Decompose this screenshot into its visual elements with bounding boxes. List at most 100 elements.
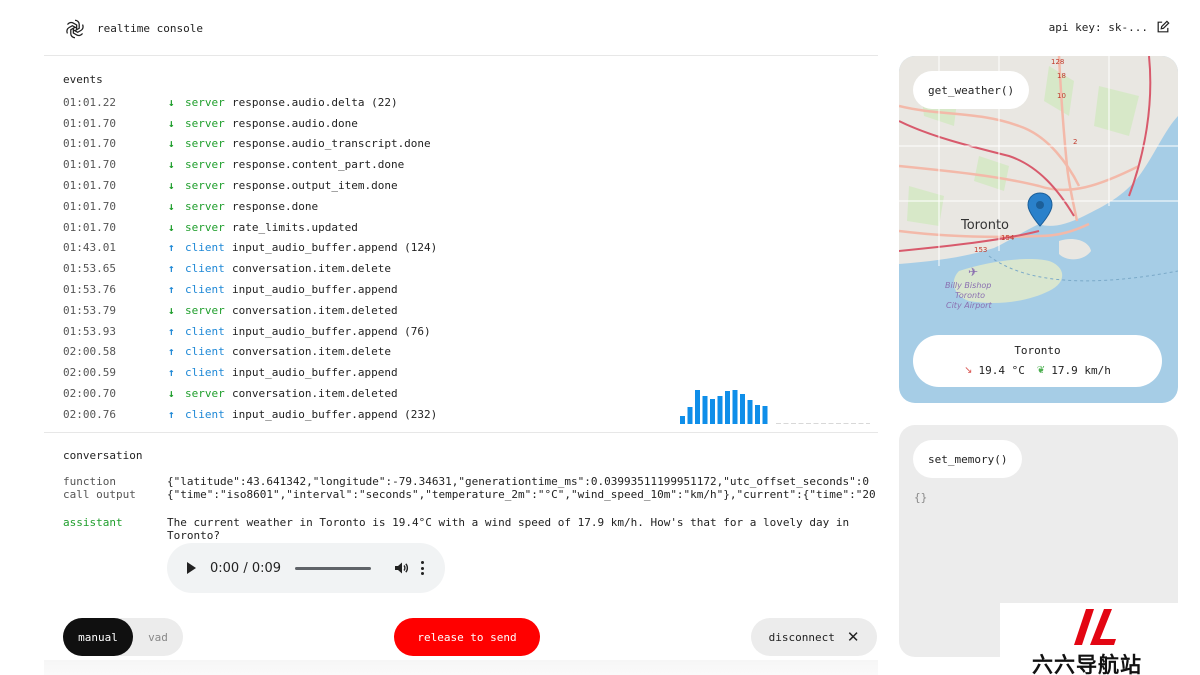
- visualizer-bar-idle: [806, 423, 811, 424]
- mode-vad-option[interactable]: vad: [133, 618, 183, 656]
- disconnect-button[interactable]: disconnect ✕: [751, 618, 877, 656]
- map-poi-label: City Airport: [946, 301, 992, 310]
- event-row[interactable]: 01:53.93 ↑ client input_audio_buffer.append…: [63, 321, 863, 342]
- event-row[interactable]: 01:53.76 ↑ client input_audio_buffer.append: [63, 279, 863, 300]
- event-row[interactable]: 01:01.70 ↓ server response.output_item.done: [63, 175, 863, 196]
- event-row[interactable]: 01:43.01 ↑ client input_audio_buffer.append…: [63, 238, 863, 259]
- visualizer-bar: [695, 390, 700, 424]
- event-row[interactable]: 01:01.70 ↓ server response.audio.done: [63, 113, 863, 134]
- bottom-strip: [44, 660, 878, 675]
- event-time: 01:01.70: [63, 199, 116, 213]
- road-label: 18: [1057, 72, 1066, 80]
- event-row[interactable]: 01:01.70 ↓ server response.audio_transcript…: [63, 134, 863, 155]
- event-source: client: [185, 345, 225, 359]
- conversation-item-function-output: function call output {"latitude":43.6413…: [63, 475, 877, 501]
- visualizer-bar: [702, 396, 708, 424]
- event-source: client: [185, 324, 225, 338]
- arrow-up-icon: ↑: [168, 262, 175, 276]
- road-label: 154: [1001, 234, 1015, 242]
- arrow-down-icon: ↓: [168, 387, 175, 401]
- api-key-control[interactable]: api key: sk-...: [1000, 20, 1170, 34]
- event-source: server: [185, 158, 225, 172]
- weather-map-panel: Toronto Billy Bishop Toronto City Airpor…: [899, 56, 1178, 403]
- event-row[interactable]: 01:01.70 ↓ server rate_limits.updated: [63, 217, 863, 238]
- event-time: 02:00.76: [63, 407, 116, 421]
- api-key-label: api key: sk-...: [1048, 20, 1148, 34]
- edit-icon[interactable]: [1156, 20, 1170, 34]
- visualizer-bar-idle: [791, 423, 796, 424]
- arrow-up-icon: ↑: [168, 345, 175, 359]
- more-options-icon[interactable]: [421, 561, 425, 575]
- play-icon[interactable]: [187, 562, 196, 574]
- event-row[interactable]: 01:01.70 ↓ server response.content_part.don…: [63, 154, 863, 175]
- arrow-up-icon: ↑: [168, 324, 175, 338]
- event-source: client: [185, 283, 225, 297]
- event-time: 01:53.79: [63, 303, 116, 317]
- event-type: input_audio_buffer.append: [232, 283, 398, 297]
- wind-icon: ❦: [1036, 365, 1046, 376]
- arrow-down-icon: ↓: [168, 303, 175, 317]
- road-label: 153: [974, 246, 987, 254]
- event-time: 01:01.70: [63, 220, 116, 234]
- visualizer-bar: [687, 407, 693, 424]
- mode-manual-option[interactable]: manual: [63, 618, 133, 656]
- event-row[interactable]: 02:00.58 ↑ client conversation.item.delete: [63, 342, 863, 363]
- event-time: 01:53.76: [63, 283, 116, 297]
- visualizer-bar-idle: [776, 423, 781, 424]
- event-type: response.audio.done: [232, 116, 358, 130]
- visualizer-bar-idle: [821, 423, 826, 424]
- event-source: client: [185, 262, 225, 276]
- event-row[interactable]: 01:53.79 ↓ server conversation.item.deleted: [63, 300, 863, 321]
- turn-detection-toggle[interactable]: manual vad: [63, 618, 183, 656]
- arrow-down-icon: ↓: [168, 199, 175, 213]
- watermark: 六六导航站: [1000, 603, 1178, 675]
- assistant-message-text: The current weather in Toronto is 19.4°C…: [167, 516, 850, 542]
- event-row[interactable]: 01:01.70 ↓ server response.done: [63, 196, 863, 217]
- visualizer-bar: [762, 406, 768, 424]
- set-memory-text: set_memory(): [928, 452, 1008, 466]
- arrow-down-icon: ↓: [168, 220, 175, 234]
- watermark-logo: [1074, 609, 1116, 645]
- event-row[interactable]: 01:53.65 ↑ client conversation.item.delete: [63, 258, 863, 279]
- visualizer-bar-idle: [783, 423, 789, 424]
- arrow-down-icon: ↓: [168, 137, 175, 151]
- event-source: server: [185, 387, 225, 401]
- event-source: server: [185, 303, 225, 317]
- road-label: 10: [1057, 92, 1066, 100]
- visualizer-bar: [732, 390, 738, 424]
- visualizer-bar: [740, 394, 745, 424]
- event-source: server: [185, 199, 225, 213]
- release-to-send-button[interactable]: release to send: [394, 618, 540, 656]
- audio-player[interactable]: 0:00 / 0:09: [167, 543, 445, 593]
- event-source: server: [185, 179, 225, 193]
- event-type: response.content_part.done: [232, 158, 405, 172]
- weather-city: Toronto: [1014, 344, 1061, 357]
- visualizer-bar-idle: [858, 423, 864, 424]
- conversation-role: assistant: [63, 516, 123, 529]
- arrow-up-icon: ↑: [168, 283, 175, 297]
- arrow-down-icon: ↓: [168, 116, 175, 130]
- volume-icon[interactable]: [393, 560, 409, 576]
- weather-card: Toronto ↘ 19.4 °C ❦ 17.9 km/h: [913, 335, 1162, 387]
- event-time: 01:01.70: [63, 137, 116, 151]
- events-divider: [44, 432, 878, 433]
- event-source: server: [185, 220, 225, 234]
- audio-progress-slider[interactable]: [295, 566, 372, 570]
- event-type: input_audio_buffer.append (124): [232, 241, 438, 255]
- map-poi-label: Billy Bishop: [945, 281, 991, 290]
- event-type: response.output_item.done: [232, 179, 398, 193]
- event-type: response.audio.delta (22): [232, 95, 398, 109]
- event-row[interactable]: 02:00.59 ↑ client input_audio_buffer.append: [63, 362, 863, 383]
- event-type: rate_limits.updated: [232, 220, 358, 234]
- function-output-line: {"latitude":43.641342,"longitude":-79.34…: [167, 475, 869, 488]
- event-time: 02:00.58: [63, 345, 116, 359]
- event-time: 01:01.70: [63, 179, 116, 193]
- arrow-up-icon: ↑: [168, 366, 175, 380]
- event-row[interactable]: 01:01.22 ↓ server response.audio.delta (22): [63, 92, 863, 113]
- disconnect-label: disconnect: [768, 630, 835, 644]
- event-source: client: [185, 366, 225, 380]
- get-weather-label: get_weather(): [913, 71, 1030, 109]
- arrow-down-icon: ↓: [168, 158, 175, 172]
- audio-visualizer: [680, 390, 870, 424]
- event-type: conversation.item.deleted: [232, 303, 398, 317]
